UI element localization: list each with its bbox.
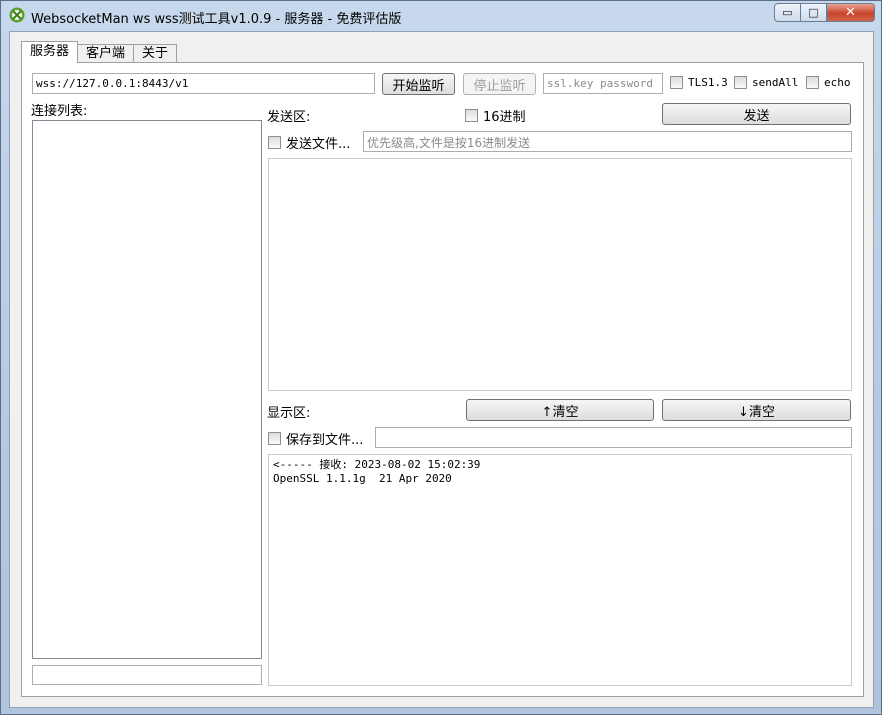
tab-bar: 服务器 客户端 关于 [21,41,178,63]
save-to-file-checkbox[interactable]: 保存到文件... [268,429,363,448]
ssl-password-placeholder: ssl.key password [547,77,653,90]
minimize-icon: ▭ [782,6,793,19]
log-line: OpenSSL 1.1.1g 21 Apr 2020 [273,472,452,485]
send-textarea[interactable] [268,158,852,391]
send-file-check-box [268,136,281,149]
client-area: 服务器 客户端 关于 wss://127.0.0.1:8443/v1 开始监听 … [9,31,874,708]
hex-label: 16进制 [483,110,526,125]
save-file-path-input[interactable] [375,427,852,448]
save-to-file-label: 保存到文件... [286,433,364,448]
url-value: wss://127.0.0.1:8443/v1 [36,77,189,90]
close-icon: ✕ [845,5,856,20]
app-window: WebsocketMan ws wss测试工具v1.0.9 - 服务器 - 免费… [0,0,882,715]
clear-down-button[interactable]: ↓清空 [662,399,851,421]
display-area-label: 显示区: [267,406,311,421]
tls13-checkbox[interactable]: TLS1.3 [670,76,728,89]
sendall-label: sendAll [752,76,799,89]
tls13-check-box [670,76,683,89]
maximize-icon: □ [808,6,819,19]
hex-checkbox[interactable]: 16进制 [465,106,526,125]
tab-server[interactable]: 服务器 [21,41,79,63]
sendall-check-box [734,76,747,89]
display-log[interactable]: <----- 接收: 2023-08-02 15:02:39 OpenSSL 1… [268,454,852,686]
send-area-label: 发送区: [267,110,311,125]
start-listen-button[interactable]: 开始监听 [382,73,455,95]
send-button[interactable]: 发送 [662,103,851,125]
connections-status-field[interactable] [32,665,262,685]
connections-label: 连接列表: [31,104,88,119]
stop-listen-button[interactable]: 停止监听 [463,73,536,95]
close-button[interactable]: ✕ [827,3,875,22]
echo-check-box [806,76,819,89]
log-line: <----- 接收: 2023-08-02 15:02:39 [273,458,481,471]
clear-up-button[interactable]: ↑清空 [466,399,654,421]
url-input[interactable]: wss://127.0.0.1:8443/v1 [32,73,375,94]
echo-checkbox[interactable]: echo [806,76,851,89]
send-file-checkbox[interactable]: 发送文件... [268,133,350,152]
send-file-path-input[interactable]: 优先级高,文件是按16进制发送 [363,131,852,152]
maximize-button[interactable]: □ [801,3,827,22]
tab-client[interactable]: 客户端 [77,44,135,63]
send-file-label: 发送文件... [286,137,351,152]
echo-label: echo [824,76,851,89]
save-to-file-check-box [268,432,281,445]
tab-about[interactable]: 关于 [133,44,178,63]
tls13-label: TLS1.3 [688,76,728,89]
app-icon [9,7,25,23]
ssl-password-input[interactable]: ssl.key password [543,73,663,94]
server-panel: wss://127.0.0.1:8443/v1 开始监听 停止监听 ssl.ke… [21,62,864,697]
send-file-placeholder: 优先级高,文件是按16进制发送 [367,136,531,150]
sendall-checkbox[interactable]: sendAll [734,76,798,89]
minimize-button[interactable]: ▭ [774,3,801,22]
connections-list[interactable] [32,120,262,659]
window-title: WebsocketMan ws wss测试工具v1.0.9 - 服务器 - 免费… [31,12,402,27]
title-bar[interactable]: WebsocketMan ws wss测试工具v1.0.9 - 服务器 - 免费… [1,1,881,31]
hex-check-box [465,109,478,122]
